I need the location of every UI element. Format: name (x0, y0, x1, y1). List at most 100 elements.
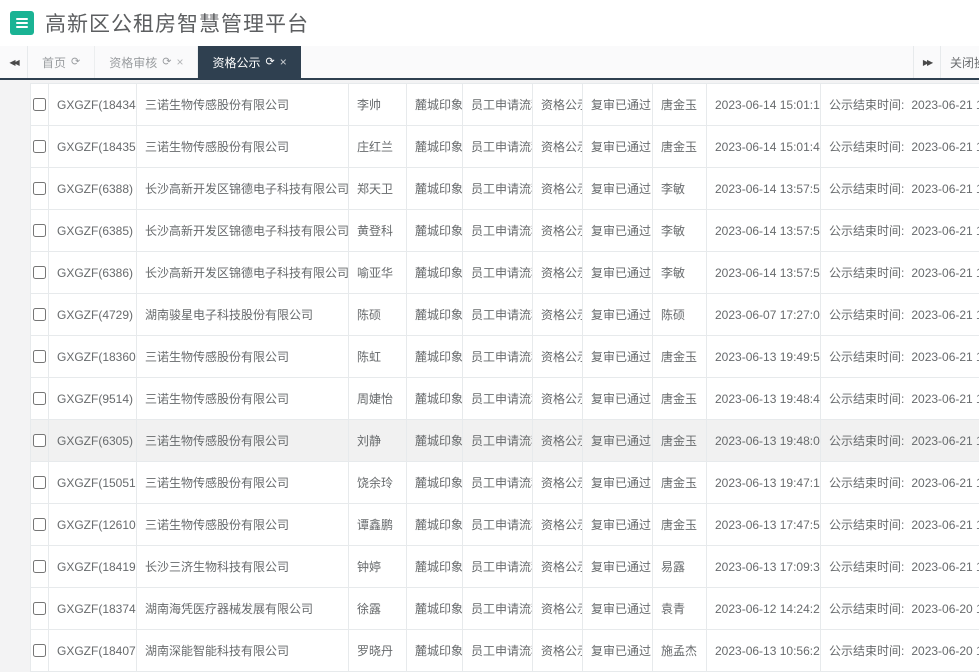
company-name-cell: 三诺生物传感股份有限公司 (137, 126, 349, 167)
review-status-cell: 复审已通过 (583, 378, 653, 419)
table-row[interactable]: GXGZF(6385)长沙高新开发区锦德电子科技有限公司黄登科麓城印象员工申请流… (31, 210, 979, 252)
table-row[interactable]: GXGZF(18434)三诺生物传感股份有限公司李帅麓城印象员工申请流程资格公示… (31, 84, 979, 126)
row-checkbox[interactable] (33, 392, 46, 405)
page-title: 高新区公租房智慧管理平台 (45, 8, 309, 38)
application-id-cell: GXGZF(15051) (49, 462, 137, 503)
row-checkbox[interactable] (33, 140, 46, 153)
review-status-cell: 复审已通过 (583, 168, 653, 209)
application-id-cell: GXGZF(12610) (49, 504, 137, 545)
row-checkbox[interactable] (33, 350, 46, 363)
row-checkbox-cell (31, 546, 49, 587)
double-right-arrow-icon: ▶▶ (923, 58, 931, 67)
close-tab-icon[interactable]: × (280, 56, 287, 68)
publicity-end-label: 公示结束时间: (829, 348, 904, 365)
table-row[interactable]: GXGZF(18435)三诺生物传感股份有限公司庄红兰麓城印象员工申请流程资格公… (31, 126, 979, 168)
refresh-tab-icon[interactable]: ⟳ (71, 57, 80, 68)
publicity-end-time: 2023-06-21 10:10:37 (911, 560, 979, 574)
row-checkbox[interactable] (33, 518, 46, 531)
applicant-name-cell: 黄登科 (349, 210, 407, 251)
publicity-end-cell: 公示结束时间:2023-06-21 15:29:22 (821, 84, 979, 125)
reviewer-name-cell: 唐金玉 (653, 126, 707, 167)
reviewer-name-cell: 陈硕 (653, 294, 707, 335)
review-time-cell: 2023-06-14 13:57:57 (707, 168, 821, 209)
reviewer-name-cell: 李敏 (653, 252, 707, 293)
stage-cell: 资格公示 (533, 630, 583, 671)
stage-cell: 资格公示 (533, 126, 583, 167)
open-tabs: 首页⟳资格审核⟳×资格公示⟳× (28, 46, 301, 78)
publicity-end-time: 2023-06-21 10:49:15 (911, 308, 979, 322)
process-type-cell: 员工申请流程 (463, 546, 533, 587)
company-name-cell: 长沙三济生物科技有限公司 (137, 546, 349, 587)
row-checkbox[interactable] (33, 98, 46, 111)
row-checkbox[interactable] (33, 266, 46, 279)
review-status-cell: 复审已通过 (583, 84, 653, 125)
table-row[interactable]: GXGZF(15051)三诺生物传感股份有限公司饶余玲麓城印象员工申请流程资格公… (31, 462, 979, 504)
review-status-cell: 复审已通过 (583, 504, 653, 545)
row-checkbox[interactable] (33, 476, 46, 489)
review-time-cell: 2023-06-14 15:01:41 (707, 126, 821, 167)
table-row[interactable]: GXGZF(18419)长沙三济生物科技有限公司钟婷麓城印象员工申请流程资格公示… (31, 546, 979, 588)
company-name-cell: 三诺生物传感股份有限公司 (137, 336, 349, 377)
table-row[interactable]: GXGZF(9514)三诺生物传感股份有限公司周婕怡麓城印象员工申请流程资格公示… (31, 378, 979, 420)
publicity-end-time: 2023-06-21 10:30:42 (911, 434, 979, 448)
process-type-cell: 员工申请流程 (463, 630, 533, 671)
company-name-cell: 湖南骏星电子科技股份有限公司 (137, 294, 349, 335)
reviewer-name-cell: 唐金玉 (653, 504, 707, 545)
row-checkbox[interactable] (33, 560, 46, 573)
row-checkbox[interactable] (33, 182, 46, 195)
application-id-cell: GXGZF(6385) (49, 210, 137, 251)
publicity-end-label: 公示结束时间: (829, 96, 904, 113)
company-name-cell: 湖南深能智能科技有限公司 (137, 630, 349, 671)
table-row[interactable]: GXGZF(18360)三诺生物传感股份有限公司陈虹麓城印象员工申请流程资格公示… (31, 336, 979, 378)
tabs-scroll-left-button[interactable]: ◀◀ (0, 46, 28, 78)
row-checkbox[interactable] (33, 434, 46, 447)
table-row[interactable]: GXGZF(18374)湖南海凭医疗器械发展有限公司徐露麓城印象员工申请流程资格… (31, 588, 979, 630)
tab-label: 资格公示 (212, 54, 260, 71)
table-row[interactable]: GXGZF(6386)长沙高新开发区锦德电子科技有限公司喻亚华麓城印象员工申请流… (31, 252, 979, 294)
row-checkbox-cell (31, 252, 49, 293)
row-checkbox[interactable] (33, 602, 46, 615)
publicity-end-cell: 公示结束时间:2023-06-21 10:13:47 (821, 504, 979, 545)
tab-home[interactable]: 首页 ⟳ (28, 46, 95, 78)
stage-cell: 资格公示 (533, 252, 583, 293)
stage-cell: 资格公示 (533, 294, 583, 335)
row-checkbox-cell (31, 420, 49, 461)
table-row[interactable]: GXGZF(4729)湖南骏星电子科技股份有限公司陈硕麓城印象员工申请流程资格公… (31, 294, 979, 336)
publicity-end-time: 2023-06-21 10:41:16 (911, 392, 979, 406)
reviewer-name-cell: 袁青 (653, 588, 707, 629)
row-checkbox-cell (31, 126, 49, 167)
table-row[interactable]: GXGZF(6305)三诺生物传感股份有限公司刘静麓城印象员工申请流程资格公示复… (31, 420, 979, 462)
row-checkbox-cell (31, 84, 49, 125)
application-id-cell: GXGZF(18434) (49, 84, 137, 125)
application-id-cell: GXGZF(4729) (49, 294, 137, 335)
tabs-scroll-right-button[interactable]: ▶▶ (913, 46, 941, 78)
row-checkbox[interactable] (33, 308, 46, 321)
table-row[interactable]: GXGZF(12610)三诺生物传感股份有限公司谭鑫鹏麓城印象员工申请流程资格公… (31, 504, 979, 546)
applicant-name-cell: 饶余玲 (349, 462, 407, 503)
tab-qualification-review[interactable]: 资格审核⟳× (95, 46, 198, 78)
publicity-end-label: 公示结束时间: (829, 474, 904, 491)
publicity-end-cell: 公示结束时间:2023-06-20 16:48:20 (821, 588, 979, 629)
process-type-cell: 员工申请流程 (463, 504, 533, 545)
publicity-end-label: 公示结束时间: (829, 222, 904, 239)
project-name-cell: 麓城印象 (407, 420, 463, 461)
refresh-tab-icon[interactable]: ⟳ (266, 57, 275, 68)
close-operations-button[interactable]: 关闭操作 (941, 46, 979, 78)
applicant-name-cell: 喻亚华 (349, 252, 407, 293)
row-checkbox[interactable] (33, 224, 46, 237)
row-checkbox[interactable] (33, 644, 46, 657)
project-name-cell: 麓城印象 (407, 126, 463, 167)
review-time-cell: 2023-06-14 13:57:57 (707, 252, 821, 293)
tab-label: 首页 (42, 54, 66, 71)
table-row[interactable]: GXGZF(18407)湖南深能智能科技有限公司罗晓丹麓城印象员工申请流程资格公… (31, 630, 979, 672)
close-tab-icon[interactable]: × (176, 56, 183, 68)
tab-qualification-publicity[interactable]: 资格公示 ⟳ × (198, 46, 300, 78)
publicity-end-cell: 公示结束时间:2023-06-21 10:44:55 (821, 336, 979, 377)
project-name-cell: 麓城印象 (407, 462, 463, 503)
refresh-tab-icon[interactable]: ⟳ (162, 57, 171, 68)
table-row[interactable]: GXGZF(6388)长沙高新开发区锦德电子科技有限公司郑天卫麓城印象员工申请流… (31, 168, 979, 210)
process-type-cell: 员工申请流程 (463, 588, 533, 629)
applicant-name-cell: 罗晓丹 (349, 630, 407, 671)
publicity-end-time: 2023-06-21 15:28:33 (911, 140, 979, 154)
menu-toggle-button[interactable] (10, 11, 34, 35)
